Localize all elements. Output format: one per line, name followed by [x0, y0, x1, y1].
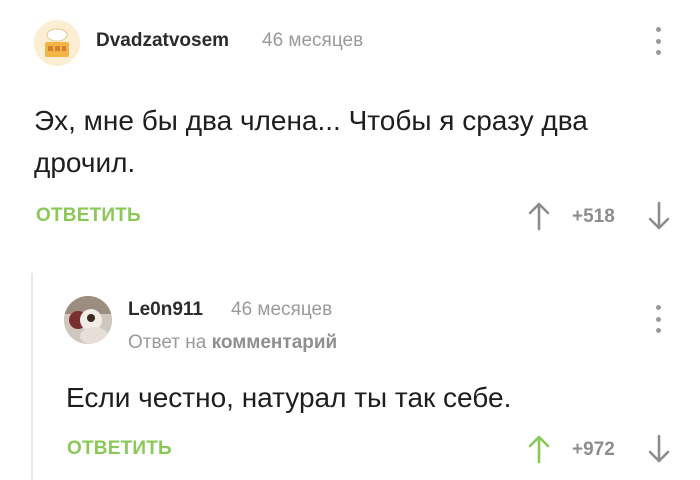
comment-text: Если честно, натурал ты так себе.: [66, 382, 512, 413]
comment-text: Эх, мне бы два члена... Чтобы я сразу дв…: [34, 105, 588, 178]
avatar-image: [64, 296, 112, 344]
comment-time: 46 месяцев: [231, 299, 333, 320]
reply-to-line: Ответ на комментарий: [128, 332, 337, 354]
avatar[interactable]: [34, 20, 80, 66]
reply-comment: Le0n911 46 месяцев Ответ на комментарий …: [0, 270, 700, 480]
comment-author[interactable]: Le0n911: [128, 299, 203, 321]
reply-to-prefix: Ответ на: [128, 332, 207, 353]
reply-to-link[interactable]: комментарий: [212, 332, 338, 353]
comment-author[interactable]: Dvadzatvosem: [96, 30, 229, 52]
comment-time: 46 месяцев: [262, 30, 364, 51]
arrow-up-icon[interactable]: [527, 201, 551, 231]
reply-button[interactable]: ОТВЕТИТЬ: [36, 205, 141, 227]
arrow-down-icon[interactable]: [647, 434, 671, 464]
avatar-image: [34, 20, 80, 66]
comment-rating: +518: [572, 206, 615, 227]
comment: Dvadzatvosem 46 месяцев Эх, мне бы два ч…: [0, 0, 700, 250]
avatar[interactable]: [64, 296, 112, 344]
reply-button[interactable]: ОТВЕТИТЬ: [67, 438, 172, 460]
arrow-up-icon[interactable]: [527, 434, 551, 464]
comment-rating: +972: [572, 439, 615, 460]
arrow-down-icon[interactable]: [647, 201, 671, 231]
kebab-menu-icon[interactable]: [651, 25, 665, 57]
kebab-menu-icon[interactable]: [651, 303, 665, 335]
